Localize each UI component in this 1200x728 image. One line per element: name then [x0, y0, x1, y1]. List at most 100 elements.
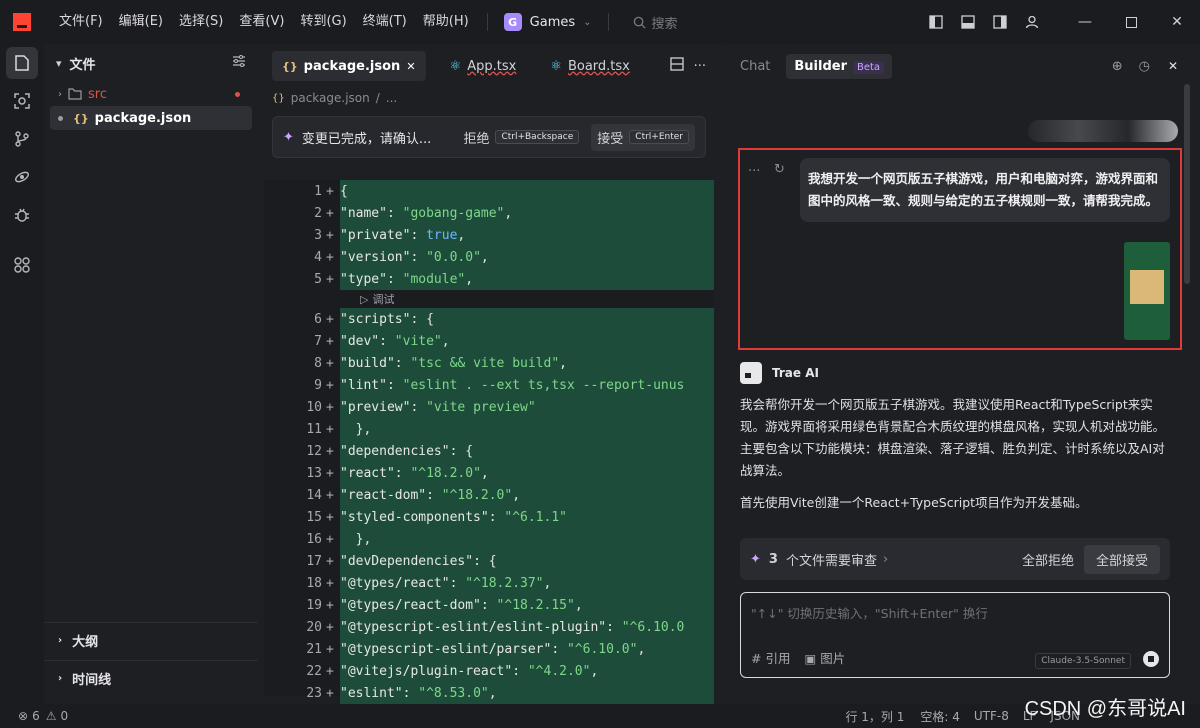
project-switcher[interactable]: G Games ⌄: [498, 13, 598, 31]
menu-edit[interactable]: 编辑(E): [111, 0, 171, 44]
code-line[interactable]: 6 + "scripts": {: [264, 308, 714, 330]
code-line[interactable]: 4 + "version": "0.0.0",: [264, 246, 714, 268]
warning-icon[interactable]: ⚠: [46, 709, 57, 723]
menu-bar: 文件(F) 编辑(E) 选择(S) 查看(V) 转到(G) 终端(T) 帮助(H…: [51, 0, 477, 44]
toggle-panel-icon[interactable]: [952, 0, 984, 44]
search-activity[interactable]: [0, 82, 44, 120]
tree-item-src[interactable]: › src: [44, 82, 258, 106]
new-chat-icon[interactable]: ⊕: [1112, 59, 1123, 74]
extensions-activity[interactable]: [0, 246, 44, 284]
branch-icon: [15, 131, 29, 147]
close-icon[interactable]: ✕: [1168, 59, 1178, 73]
tree-item-package-json[interactable]: {} package.json: [50, 106, 252, 130]
encoding[interactable]: UTF-8: [974, 709, 1009, 723]
code-line[interactable]: 11 + },: [264, 418, 714, 440]
outline-section[interactable]: › 大纲: [44, 622, 258, 658]
history-icon[interactable]: ◷: [1139, 59, 1150, 74]
search-placeholder: 搜索: [651, 16, 678, 32]
image-button[interactable]: ▣ 图片: [804, 648, 845, 667]
code-text: "name": "gobang-game",: [340, 202, 714, 224]
code-line[interactable]: 13 + "react": "^18.2.0",: [264, 462, 714, 484]
code-line[interactable]: 12 + "dependencies": {: [264, 440, 714, 462]
tab-builder[interactable]: Builder Beta: [786, 53, 893, 79]
code-line[interactable]: 8 + "build": "tsc && vite build",: [264, 352, 714, 374]
indentation[interactable]: 空格: 4: [920, 708, 960, 725]
code-line[interactable]: 19 + "@types/react-dom": "^18.2.15",: [264, 594, 714, 616]
tab-chat[interactable]: Chat: [732, 54, 778, 79]
accept-all-button[interactable]: 全部接受: [1083, 544, 1160, 574]
code-line[interactable]: 23 + "eslint": "^8.53.0",: [264, 682, 714, 704]
code-line[interactable]: 22 + "@vitejs/plugin-react": "^4.2.0",: [264, 660, 714, 682]
code-line[interactable]: 20 + "@typescript-eslint/eslint-plugin": …: [264, 616, 714, 638]
tab-package-json[interactable]: {} package.json ✕: [272, 51, 426, 81]
code-editor[interactable]: ▷ 调试 1 +{2 + "name": "gobang-game", 3 + "pri…: [264, 180, 714, 704]
line-number: 13: [306, 465, 322, 481]
tab-board-tsx[interactable]: ⚛ Board.tsx: [540, 51, 640, 81]
source-control-activity[interactable]: [0, 120, 44, 158]
debug-activity[interactable]: [0, 196, 44, 234]
menu-terminal[interactable]: 终端(T): [355, 0, 415, 44]
code-line[interactable]: 18 + "@types/react": "^18.2.37",: [264, 572, 714, 594]
menu-goto[interactable]: 转到(G): [292, 0, 354, 44]
files-text[interactable]: 个文件需要审查: [786, 550, 877, 569]
error-icon[interactable]: ⊗: [18, 709, 28, 723]
breadcrumb-item[interactable]: package.json: [291, 91, 370, 105]
retry-icon[interactable]: ↻: [774, 162, 785, 177]
remote-activity[interactable]: [0, 158, 44, 196]
reference-button[interactable]: # 引用: [751, 648, 790, 667]
code-line[interactable]: 10 + "preview": "vite preview": [264, 396, 714, 418]
maximize-icon[interactable]: [1108, 0, 1154, 44]
timeline-section[interactable]: › 时间线: [44, 660, 258, 696]
close-icon[interactable]: ✕: [406, 60, 415, 73]
minimize-icon[interactable]: —: [1062, 0, 1108, 44]
code-line[interactable]: 2 + "name": "gobang-game",: [264, 202, 714, 224]
split-editor-icon[interactable]: [669, 57, 684, 75]
accept-button[interactable]: 接受 Ctrl+Enter: [591, 123, 695, 151]
code-line[interactable]: 7 + "dev": "vite",: [264, 330, 714, 352]
line-number: 11: [306, 421, 322, 437]
debug-codelens[interactable]: ▷ 调试: [340, 290, 394, 308]
menu-help[interactable]: 帮助(H): [415, 0, 477, 44]
line-number: 20: [306, 619, 322, 635]
code-line[interactable]: 15 + "styled-components": "^6.1.1": [264, 506, 714, 528]
chat-input[interactable]: "↑↓" 切换历史输入，"Shift+Enter" 换行 # 引用 ▣ 图片 C…: [740, 592, 1170, 678]
account-icon[interactable]: [1016, 0, 1048, 44]
menu-view[interactable]: 查看(V): [231, 0, 292, 44]
code-line[interactable]: 16 + },: [264, 528, 714, 550]
code-line[interactable]: 5 + "type": "module",: [264, 268, 714, 290]
code-line[interactable]: 1 + {: [264, 180, 714, 202]
attached-image[interactable]: [1124, 242, 1170, 340]
explorer-panel: ▾ 文件 › src {} package.json › 大纲 › 时间线: [44, 44, 258, 696]
line-number: 3: [314, 227, 322, 243]
menu-file[interactable]: 文件(F): [51, 0, 111, 44]
toggle-sidebar-icon[interactable]: [920, 0, 952, 44]
explorer-activity[interactable]: [0, 44, 44, 82]
more-icon[interactable]: ···: [748, 164, 760, 179]
code-text: "eslint": "^8.53.0",: [340, 682, 714, 704]
code-line[interactable]: 9 + "lint": "eslint . --ext ts,tsx --repo…: [264, 374, 714, 396]
reject-button[interactable]: 拒绝 Ctrl+Backspace: [463, 128, 580, 147]
explorer-header[interactable]: ▾ 文件: [44, 44, 258, 82]
tab-app-tsx[interactable]: ⚛ App.tsx: [440, 51, 527, 81]
menu-select[interactable]: 选择(S): [171, 0, 231, 44]
close-window-icon[interactable]: ✕: [1154, 0, 1200, 44]
reject-all-button[interactable]: 全部拒绝: [1022, 550, 1074, 569]
stop-icon[interactable]: [1143, 651, 1159, 667]
scrollbar[interactable]: [1184, 84, 1190, 284]
filter-icon[interactable]: [232, 54, 246, 72]
code-line[interactable]: 14 + "react-dom": "^18.2.0",: [264, 484, 714, 506]
model-selector[interactable]: Claude-3.5-Sonnet: [1035, 653, 1131, 669]
code-line[interactable]: 3 + "private": true,: [264, 224, 714, 246]
code-line[interactable]: 21 + "@typescript-eslint/parser": "^6.10.…: [264, 638, 714, 660]
json-file-icon: {}: [272, 92, 285, 104]
warning-count[interactable]: 0: [60, 709, 68, 723]
chevron-right-icon: ›: [58, 88, 62, 100]
error-count[interactable]: 6: [32, 709, 40, 723]
cursor-position[interactable]: 行 1，列 1: [845, 708, 904, 725]
search-input[interactable]: 搜索: [633, 13, 678, 32]
code-line[interactable]: 17 + "devDependencies": {: [264, 550, 714, 572]
more-icon[interactable]: ···: [694, 59, 706, 74]
toggle-right-panel-icon[interactable]: [984, 0, 1016, 44]
breadcrumb-item[interactable]: ...: [386, 91, 397, 105]
sparkle-icon: ✦: [283, 129, 294, 145]
